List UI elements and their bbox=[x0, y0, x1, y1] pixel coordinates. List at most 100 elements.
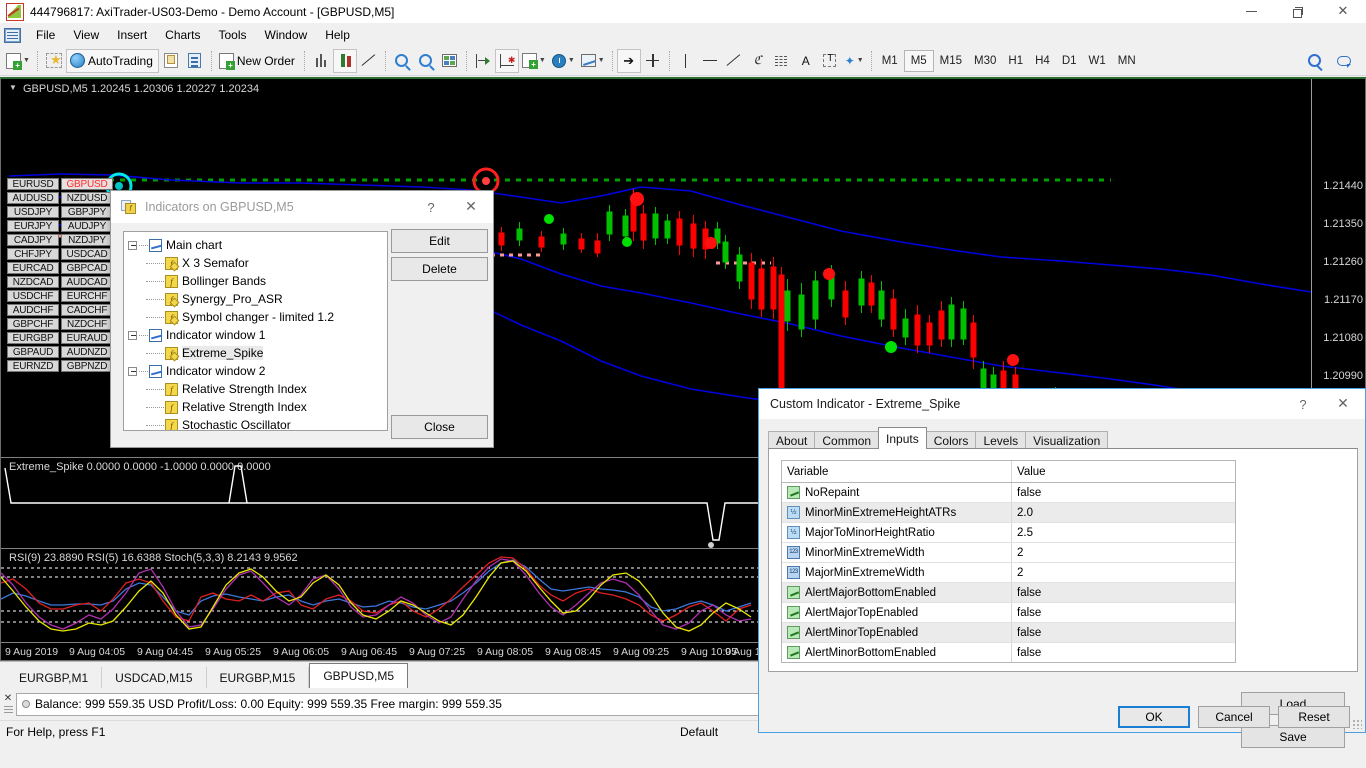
edit-button[interactable]: Edit bbox=[391, 229, 488, 253]
symbol-button-eurgbp[interactable]: EURGBP bbox=[7, 332, 59, 344]
cancel-button[interactable]: Cancel bbox=[1198, 706, 1270, 728]
terminal-grip[interactable] bbox=[4, 706, 13, 715]
indicators-dialog[interactable]: f Indicators on GBPUSD,M5 ? ✕ Main chart… bbox=[110, 190, 494, 448]
new-chart-button[interactable]: + ▼ bbox=[3, 49, 33, 73]
maximize-button[interactable] bbox=[1274, 0, 1320, 24]
zoom-out-button[interactable] bbox=[414, 49, 438, 73]
chart-tab-eurgbp-m1[interactable]: EURGBP,M1 bbox=[6, 667, 102, 688]
symbol-button-audnzd[interactable]: AUDNZD bbox=[61, 346, 113, 358]
periodicity-button[interactable]: ▼ bbox=[549, 49, 578, 73]
indicators-help-button[interactable]: ? bbox=[413, 192, 449, 222]
symbol-button-usdcad[interactable]: USDCAD bbox=[61, 248, 113, 260]
symbol-button-gbpaud[interactable]: GBPAUD bbox=[7, 346, 59, 358]
inputs-grid[interactable]: Variable Value NoRepaint false ½MinorMin… bbox=[781, 460, 1236, 663]
symbol-button-gbpcad[interactable]: GBPCAD bbox=[61, 262, 113, 274]
cursor-button[interactable]: ➔ bbox=[617, 49, 641, 73]
custom-indicator-help-button[interactable]: ? bbox=[1285, 389, 1321, 419]
input-value[interactable]: 2 bbox=[1012, 547, 1235, 559]
symbol-button-audcad[interactable]: AUDCAD bbox=[61, 276, 113, 288]
symbol-button-audchf[interactable]: AUDCHF bbox=[7, 304, 59, 316]
zoom-in-button[interactable] bbox=[390, 49, 414, 73]
timeframe-d1[interactable]: D1 bbox=[1056, 50, 1083, 72]
search-button[interactable] bbox=[1302, 49, 1326, 73]
input-value[interactable]: false bbox=[1012, 487, 1235, 499]
custom-indicator-titlebar[interactable]: Custom Indicator - Extreme_Spike ? ✕ bbox=[759, 389, 1365, 419]
input-row-alertminortopenabled[interactable]: AlertMinorTopEnabled false bbox=[782, 623, 1235, 643]
text-button[interactable]: A bbox=[794, 49, 818, 73]
tree-row-x3-semafor[interactable]: f X 3 Semafor bbox=[128, 254, 387, 272]
menu-item-charts[interactable]: Charts bbox=[156, 25, 209, 45]
input-row-norepaint[interactable]: NoRepaint false bbox=[782, 483, 1235, 503]
symbol-button-nzdchf[interactable]: NZDCHF bbox=[61, 318, 113, 330]
indicators-button[interactable]: + ▼ bbox=[519, 49, 549, 73]
input-row-alertmajorbottomenabled[interactable]: AlertMajorBottomEnabled false bbox=[782, 583, 1235, 603]
tree-row-indicator-window-2[interactable]: Indicator window 2 bbox=[128, 362, 387, 380]
timeframe-h4[interactable]: H4 bbox=[1029, 50, 1056, 72]
candlestick-chart-button[interactable] bbox=[333, 49, 357, 73]
symbol-button-eurcad[interactable]: EURCAD bbox=[7, 262, 59, 274]
symbol-button-cadchf[interactable]: CADCHF bbox=[61, 304, 113, 316]
terminal-close-button[interactable]: ✕ bbox=[0, 688, 16, 720]
symbol-button-euraud[interactable]: EURAUD bbox=[61, 332, 113, 344]
vertical-line-button[interactable] bbox=[674, 49, 698, 73]
data-window-button[interactable] bbox=[183, 49, 207, 73]
symbol-button-audusd[interactable]: AUDUSD bbox=[7, 192, 59, 204]
input-value[interactable]: false bbox=[1012, 627, 1235, 639]
input-row-alertminorbottomenabled[interactable]: AlertMinorBottomEnabled false bbox=[782, 643, 1235, 663]
community-chat-button[interactable] bbox=[1332, 49, 1356, 73]
timeframe-mn[interactable]: MN bbox=[1112, 50, 1142, 72]
delete-button[interactable]: Delete bbox=[391, 257, 488, 281]
symbol-button-nzdusd[interactable]: NZDUSD bbox=[61, 192, 113, 204]
symbol-button-nzdcad[interactable]: NZDCAD bbox=[7, 276, 59, 288]
trendline-button[interactable] bbox=[722, 49, 746, 73]
new-order-button[interactable]: + New Order bbox=[216, 49, 300, 73]
tree-row-rsi-1[interactable]: f Relative Strength Index bbox=[128, 380, 387, 398]
collapse-icon[interactable] bbox=[128, 331, 137, 340]
chart-tab-gbpusd-m5[interactable]: GBPUSD,M5 bbox=[309, 663, 408, 688]
line-chart-button[interactable] bbox=[357, 49, 381, 73]
timeframe-m15[interactable]: M15 bbox=[934, 50, 968, 72]
symbol-button-gbpnzd[interactable]: GBPNZD bbox=[61, 360, 113, 372]
tab-inputs[interactable]: Inputs bbox=[878, 427, 927, 449]
symbol-button-eurusd[interactable]: EURUSD bbox=[7, 178, 59, 190]
input-row-majorminextremewidth[interactable]: 123MajorMinExtremeWidth 2 bbox=[782, 563, 1235, 583]
input-row-minorminextremewidth[interactable]: 123MinorMinExtremeWidth 2 bbox=[782, 543, 1235, 563]
profiles-button[interactable]: ★ bbox=[42, 49, 66, 73]
chart-shift-button[interactable] bbox=[471, 49, 495, 73]
input-row-majortominorheightratio[interactable]: ½MajorToMinorHeightRatio 2.5 bbox=[782, 523, 1235, 543]
fibonacci-button[interactable] bbox=[770, 49, 794, 73]
tab-common[interactable]: Common bbox=[814, 431, 879, 449]
timeframe-h1[interactable]: H1 bbox=[1002, 50, 1029, 72]
symbol-button-eurnzd[interactable]: EURNZD bbox=[7, 360, 59, 372]
tab-colors[interactable]: Colors bbox=[926, 431, 977, 449]
symbol-button-audjpy[interactable]: AUDJPY bbox=[61, 220, 113, 232]
indicator-window-1[interactable]: Extreme_Spike 0.0000 0.0000 -1.0000 0.00… bbox=[1, 457, 759, 548]
arrows-button[interactable]: ✦ ▼ bbox=[842, 49, 867, 73]
tree-row-symbol-changer[interactable]: f Symbol changer - limited 1.2 bbox=[128, 308, 387, 326]
text-label-button[interactable] bbox=[818, 49, 842, 73]
menu-item-file[interactable]: File bbox=[27, 25, 64, 45]
tree-row-main-chart[interactable]: Main chart bbox=[128, 236, 387, 254]
crosshair-button[interactable] bbox=[641, 49, 665, 73]
custom-indicator-close-button[interactable]: ✕ bbox=[1321, 389, 1365, 419]
dialog-resize-grip[interactable] bbox=[1352, 719, 1362, 729]
symbol-changer-panel[interactable]: EURUSD GBPUSD AUDUSD NZDUSD USDJPY GBPJP… bbox=[7, 178, 113, 372]
close-button[interactable]: ✕ bbox=[1320, 0, 1366, 24]
indicators-dialog-titlebar[interactable]: f Indicators on GBPUSD,M5 ? ✕ bbox=[111, 191, 493, 223]
menu-item-tools[interactable]: Tools bbox=[210, 25, 256, 45]
input-value[interactable]: false bbox=[1012, 587, 1235, 599]
symbol-button-gbpjpy[interactable]: GBPJPY bbox=[61, 206, 113, 218]
tree-row-bollinger-bands[interactable]: f Bollinger Bands bbox=[128, 272, 387, 290]
collapse-icon[interactable] bbox=[128, 241, 137, 250]
symbol-button-cadjpy[interactable]: CADJPY bbox=[7, 234, 59, 246]
tree-row-stochastic[interactable]: f Stochastic Oscillator bbox=[128, 416, 387, 431]
indicators-tree[interactable]: Main chart f X 3 Semafor f Bollinger Ban… bbox=[123, 231, 388, 431]
expert-advisors-button[interactable] bbox=[159, 49, 183, 73]
tile-windows-button[interactable] bbox=[438, 49, 462, 73]
symbol-button-chfjpy[interactable]: CHFJPY bbox=[7, 248, 59, 260]
save-button[interactable]: Save bbox=[1241, 725, 1345, 748]
menu-item-view[interactable]: View bbox=[64, 25, 108, 45]
indicators-close-button[interactable]: ✕ bbox=[449, 192, 493, 222]
tab-about[interactable]: About bbox=[768, 431, 815, 449]
symbol-button-eurjpy[interactable]: EURJPY bbox=[7, 220, 59, 232]
